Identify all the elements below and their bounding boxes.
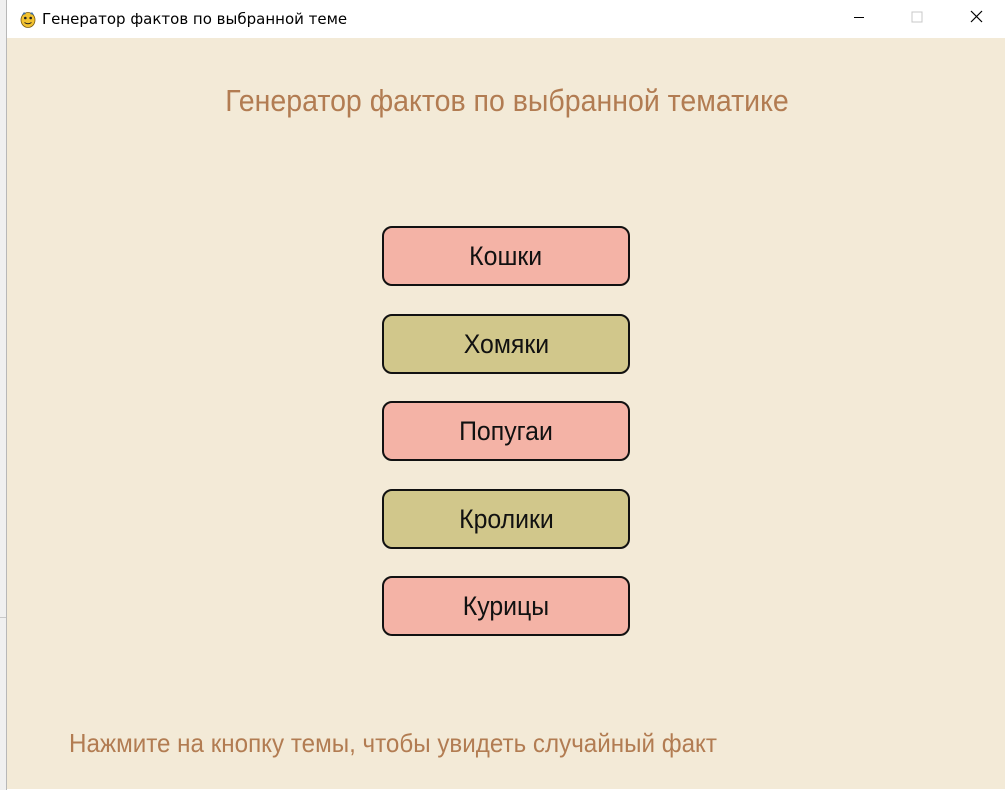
close-button[interactable]	[953, 0, 999, 38]
topic-button-hamsters[interactable]: Хомяки	[382, 314, 630, 374]
topic-label: Попугаи	[459, 415, 553, 446]
title-bar[interactable]: Генератор фактов по выбранной теме	[7, 0, 1005, 38]
maximize-button[interactable]	[894, 0, 940, 38]
topic-label: Кошки	[469, 240, 543, 271]
topic-label: Курицы	[462, 590, 550, 621]
app-canvas: Генератор фактов по выбранной тематике К…	[7, 38, 1005, 789]
minimize-icon	[853, 10, 865, 28]
page-title: Генератор фактов по выбранной тематике	[225, 83, 789, 118]
topic-button-chickens[interactable]: Курицы	[382, 576, 630, 636]
topic-button-cats[interactable]: Кошки	[382, 226, 630, 286]
python-icon	[18, 9, 38, 29]
topic-button-rabbits[interactable]: Кролики	[382, 489, 630, 549]
hint-text: Нажмите на кнопку темы, чтобы увидеть сл…	[69, 728, 717, 758]
topic-label: Хомяки	[463, 328, 549, 359]
topic-button-parrots[interactable]: Попугаи	[382, 401, 630, 461]
topic-label: Кролики	[458, 503, 554, 534]
app-window: Генератор фактов по выбранной теме Генер…	[6, 0, 1005, 790]
window-title: Генератор фактов по выбранной теме	[42, 10, 348, 28]
maximize-icon	[911, 10, 923, 28]
close-icon	[970, 10, 983, 28]
minimize-button[interactable]	[836, 0, 882, 38]
